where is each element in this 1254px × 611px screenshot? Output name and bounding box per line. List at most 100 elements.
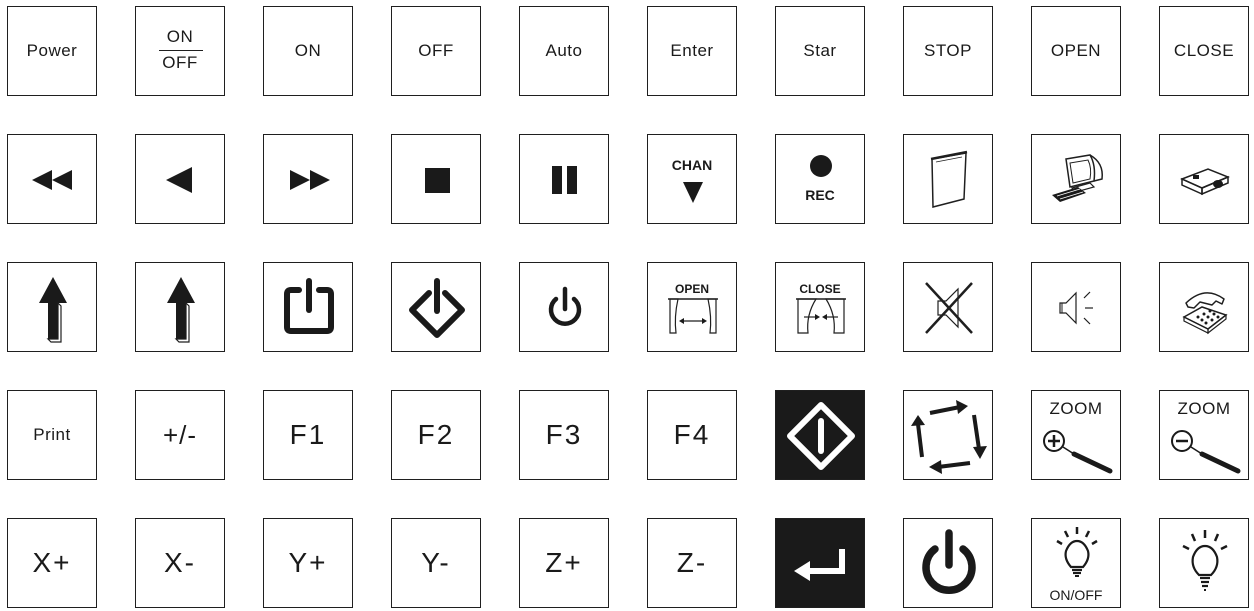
on-label: ON (166, 27, 194, 46)
print-button[interactable]: Print (7, 390, 97, 480)
y-plus-label: Y+ (288, 547, 328, 578)
pause-button[interactable] (519, 134, 609, 224)
cycle-arrows-icon (911, 400, 987, 474)
speaker-button[interactable] (1031, 262, 1121, 352)
x-plus-button[interactable]: X+ (7, 518, 97, 608)
enter-button[interactable]: Enter (647, 6, 737, 96)
y-minus-label: Y- (421, 547, 451, 578)
plus-minus-button[interactable]: +/- (135, 390, 225, 480)
on-button[interactable]: ON (263, 6, 353, 96)
auto-button[interactable]: Auto (519, 6, 609, 96)
enter-return-button[interactable] (775, 518, 865, 608)
power-icon (548, 286, 582, 326)
f1-button[interactable]: F1 (263, 390, 353, 480)
power-diamond-button[interactable] (391, 262, 481, 352)
start-diamond-icon (787, 402, 855, 470)
play-reverse-button[interactable] (135, 134, 225, 224)
f4-label: F4 (673, 419, 711, 450)
telephone-button[interactable] (1159, 262, 1249, 352)
power-open-button[interactable] (263, 262, 353, 352)
up-arrow-button[interactable] (7, 262, 97, 352)
off-button-label: OFF (418, 41, 454, 60)
enter-label: Enter (670, 41, 714, 60)
f3-button[interactable]: F3 (519, 390, 609, 480)
computer-button[interactable] (1031, 134, 1121, 224)
stop-button[interactable]: STOP (903, 6, 993, 96)
curtain-close-icon (796, 298, 846, 334)
on-off-button[interactable]: ON OFF (135, 6, 225, 96)
rec-label: REC (805, 187, 835, 203)
z-minus-button[interactable]: Z- (647, 518, 737, 608)
power-symbol-button[interactable] (519, 262, 609, 352)
open-button[interactable]: OPEN (1031, 6, 1121, 96)
rewind-button[interactable] (7, 134, 97, 224)
record-button[interactable]: REC (775, 134, 865, 224)
projector-button[interactable] (1159, 134, 1249, 224)
curtain-open-icon (668, 298, 718, 334)
f3-label: F3 (545, 419, 583, 450)
light-bulb-icon (1182, 530, 1228, 591)
light-on-off-button[interactable]: ON/OFF (1031, 518, 1121, 608)
chan-down-button[interactable]: CHAN (647, 134, 737, 224)
stop-square-icon (425, 168, 450, 193)
plus-minus-label: +/- (162, 419, 198, 450)
on-button-label: ON (294, 41, 322, 60)
fraction-divider (159, 50, 203, 51)
fast-forward-button[interactable] (263, 134, 353, 224)
rewind-icon (32, 170, 72, 190)
power-diamond-icon (409, 278, 465, 338)
projector-icon (1180, 168, 1230, 196)
mute-icon (925, 282, 973, 334)
f1-label: F1 (289, 419, 327, 450)
projection-screen-icon (930, 150, 968, 208)
x-minus-button[interactable]: X- (135, 518, 225, 608)
play-reverse-icon (166, 167, 192, 193)
print-label: Print (33, 425, 71, 444)
power-large-icon (922, 529, 976, 594)
projection-screen-button[interactable] (903, 134, 993, 224)
auto-label: Auto (545, 41, 583, 60)
close-button[interactable]: CLOSE (1159, 6, 1249, 96)
stop-label: STOP (924, 41, 972, 60)
close-label: CLOSE (1173, 41, 1235, 60)
curtain-close-button[interactable]: CLOSE (775, 262, 865, 352)
enter-return-icon (794, 549, 845, 581)
stop-square-button[interactable] (391, 134, 481, 224)
y-minus-button[interactable]: Y- (391, 518, 481, 608)
off-button[interactable]: OFF (391, 6, 481, 96)
f2-label: F2 (417, 419, 455, 450)
zoom-out-button[interactable]: ZOOM (1159, 390, 1249, 480)
x-plus-label: X+ (32, 547, 72, 578)
up-arrow-button-2[interactable] (135, 262, 225, 352)
up-arrow-icon (167, 277, 195, 343)
telephone-icon (1182, 292, 1228, 335)
star-label: Star (803, 41, 837, 60)
z-plus-button[interactable]: Z+ (519, 518, 609, 608)
zoom-out-icon (1171, 430, 1241, 474)
fast-forward-icon (290, 170, 330, 190)
pause-icon (552, 166, 577, 194)
record-icon (810, 155, 832, 177)
speaker-icon (1059, 291, 1093, 325)
cycle-button[interactable] (903, 390, 993, 480)
f4-button[interactable]: F4 (647, 390, 737, 480)
zoom-in-icon (1043, 430, 1113, 474)
z-minus-label: Z- (676, 547, 708, 578)
mute-button[interactable] (903, 262, 993, 352)
z-plus-label: Z+ (545, 547, 583, 578)
power-button[interactable]: Power (7, 6, 97, 96)
power-large-button[interactable] (903, 518, 993, 608)
open-label: OPEN (1050, 41, 1102, 60)
chan-down-icon (683, 182, 703, 203)
y-plus-button[interactable]: Y+ (263, 518, 353, 608)
button-icon-grid: Power ON OFF ON OFF Auto Enter Star STOP… (0, 0, 1254, 611)
light-bulb-button[interactable] (1159, 518, 1249, 608)
start-diamond-button[interactable] (775, 390, 865, 480)
f2-button[interactable]: F2 (391, 390, 481, 480)
star-button[interactable]: Star (775, 6, 865, 96)
zoom-in-button[interactable]: ZOOM (1031, 390, 1121, 480)
curtain-open-button[interactable]: OPEN (647, 262, 737, 352)
up-arrow-icon (39, 277, 67, 343)
computer-icon (1052, 154, 1103, 202)
power-label: Power (26, 41, 78, 60)
